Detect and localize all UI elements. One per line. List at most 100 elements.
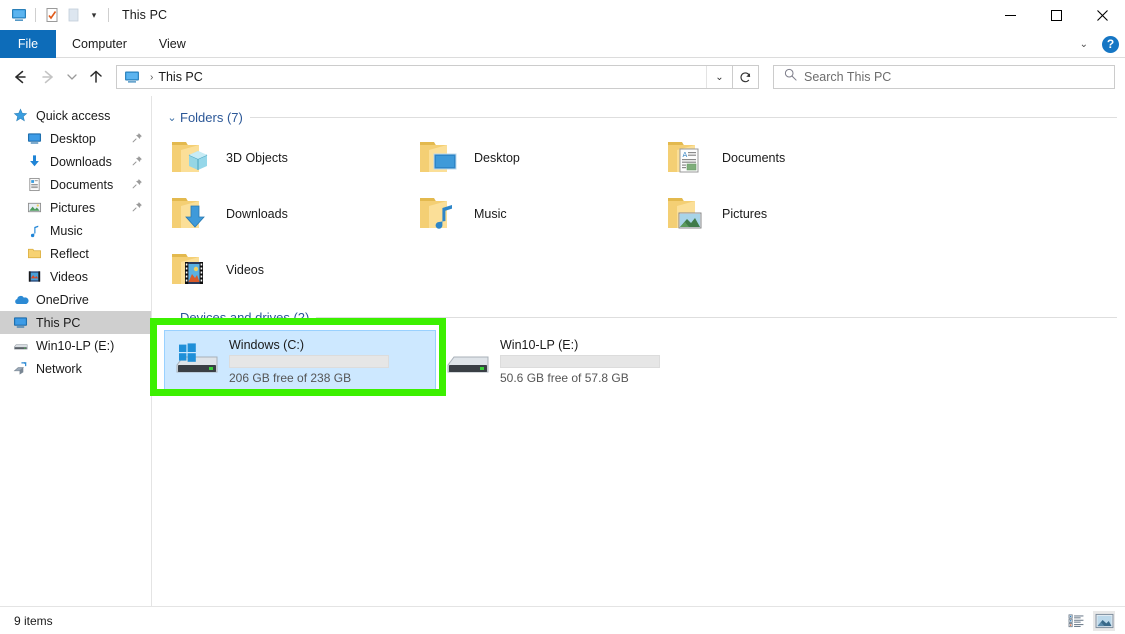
sidebar-item-win10-lp-e[interactable]: Win10-LP (E:) xyxy=(0,334,151,357)
sidebar-item-downloads[interactable]: Downloads xyxy=(0,150,151,173)
folder-pictures-icon xyxy=(664,190,712,238)
sidebar-item-label: Music xyxy=(50,223,83,238)
sidebar-item-this-pc[interactable]: This PC xyxy=(0,311,151,334)
drive-usage-bar xyxy=(500,354,660,368)
folder-documents-icon: A xyxy=(664,134,712,182)
folder-item-videos[interactable]: Videos xyxy=(164,242,412,298)
pin-icon[interactable] xyxy=(132,132,143,146)
folder-downloads-icon xyxy=(168,190,216,238)
this-pc-icon[interactable] xyxy=(8,4,30,26)
sidebar-item-onedrive[interactable]: OneDrive xyxy=(0,288,151,311)
folder-3d-objects-icon xyxy=(168,134,216,182)
chevron-down-icon[interactable]: ⌄ xyxy=(164,111,180,124)
tab-view[interactable]: View xyxy=(143,30,202,58)
folder-item-label: Documents xyxy=(722,151,786,165)
videos-icon xyxy=(26,268,43,285)
folder-item-label: Music xyxy=(474,207,507,221)
back-button[interactable] xyxy=(6,63,34,91)
sidebar-item-label: Network xyxy=(36,361,82,376)
address-bar: › This PC ⌄ Search This PC xyxy=(0,58,1125,96)
sidebar-item-pictures[interactable]: Pictures xyxy=(0,196,151,219)
sidebar-item-label: Reflect xyxy=(50,246,89,261)
svg-text:A: A xyxy=(683,151,688,159)
sidebar-item-label: Quick access xyxy=(36,108,111,123)
group-header-folders[interactable]: ⌄ Folders (7) xyxy=(164,106,1117,128)
folder-item-documents[interactable]: A Documents xyxy=(660,130,908,186)
group-title: Folders (7) xyxy=(180,109,243,125)
new-folder-icon[interactable] xyxy=(63,4,85,26)
title-bar: ▾ This PC xyxy=(0,0,1125,30)
forward-button[interactable] xyxy=(34,63,62,91)
search-input[interactable]: Search This PC xyxy=(773,65,1115,89)
drive-free-space: 50.6 GB free of 57.8 GB xyxy=(500,370,629,385)
sidebar-item-music[interactable]: Music xyxy=(0,219,151,242)
folder-desktop-icon xyxy=(416,134,464,182)
folders-grid: 3D Objects Desktop A Documents Downloads… xyxy=(162,130,1125,298)
item-count-label: 9 items xyxy=(14,613,53,628)
group-title: Devices and drives (2) xyxy=(180,309,310,325)
qat-divider xyxy=(35,8,36,22)
breadcrumb-separator[interactable]: › xyxy=(145,72,158,83)
ribbon-right-controls: ⌄ ? xyxy=(1076,30,1119,58)
tab-file[interactable]: File xyxy=(0,30,56,58)
breadcrumb-segment-this-pc[interactable]: This PC xyxy=(158,70,202,84)
drive-free-space: 206 GB free of 238 GB xyxy=(229,370,352,385)
chevron-down-icon[interactable]: ⌄ xyxy=(1076,39,1092,50)
qat-dropdown-caret[interactable]: ▾ xyxy=(85,4,103,26)
sidebar-item-quick-access[interactable]: Quick access xyxy=(0,104,151,127)
window-controls xyxy=(987,0,1125,30)
sidebar-item-label: Downloads xyxy=(50,154,112,169)
drive-name: Win10-LP (E:) xyxy=(500,337,579,352)
desktop-icon xyxy=(26,130,43,147)
help-icon[interactable]: ? xyxy=(1102,35,1119,53)
close-button[interactable] xyxy=(1079,0,1125,30)
sidebar-item-videos[interactable]: Videos xyxy=(0,265,151,288)
sidebar-item-desktop[interactable]: Desktop xyxy=(0,127,151,150)
group-divider xyxy=(316,316,1117,318)
file-list-pane: ⌄ Folders (7) 3D Objects Desktop A Docum… xyxy=(152,96,1125,606)
pin-icon[interactable] xyxy=(132,201,143,215)
folder-item-downloads[interactable]: Downloads xyxy=(164,186,412,242)
drive-name: Windows (C:) xyxy=(229,337,305,352)
sidebar-item-label: Desktop xyxy=(50,131,96,146)
drive-item-win10-lp-e[interactable]: Win10-LP (E:) 50.6 GB free of 57.8 GB xyxy=(436,330,708,392)
breadcrumb[interactable]: › This PC ⌄ xyxy=(116,65,733,89)
window-title: This PC xyxy=(122,8,168,22)
group-divider xyxy=(249,116,1117,118)
folder-icon xyxy=(26,245,43,262)
breadcrumb-dropdown-icon[interactable]: ⌄ xyxy=(706,66,732,88)
downloads-icon xyxy=(26,153,43,170)
drive-usage-bar xyxy=(229,354,389,368)
drive-item-windows-c[interactable]: Windows (C:) 206 GB free of 238 GB xyxy=(164,330,436,392)
maximize-button[interactable] xyxy=(1033,0,1079,30)
folder-item-desktop[interactable]: Desktop xyxy=(412,130,660,186)
sidebar-item-documents[interactable]: Documents xyxy=(0,173,151,196)
chevron-down-icon[interactable]: ⌄ xyxy=(164,311,180,324)
tab-computer[interactable]: Computer xyxy=(56,30,143,58)
pin-icon[interactable] xyxy=(132,178,143,192)
onedrive-icon xyxy=(12,291,29,308)
sidebar-item-label: Documents xyxy=(50,177,114,192)
drives-grid: Windows (C:) 206 GB free of 238 GB Win10… xyxy=(162,330,1125,392)
folder-item-3d-objects[interactable]: 3D Objects xyxy=(164,130,412,186)
status-bar: 9 items xyxy=(0,606,1125,634)
folder-item-pictures[interactable]: Pictures xyxy=(660,186,908,242)
large-icons-view-icon[interactable] xyxy=(1093,610,1115,631)
folder-item-label: 3D Objects xyxy=(226,151,288,165)
sidebar-item-network[interactable]: Network xyxy=(0,357,151,380)
recent-locations-button[interactable] xyxy=(62,63,82,91)
folder-item-music[interactable]: Music xyxy=(412,186,660,242)
properties-icon[interactable] xyxy=(41,4,63,26)
search-placeholder: Search This PC xyxy=(804,70,892,84)
up-button[interactable] xyxy=(82,63,110,91)
pin-icon[interactable] xyxy=(132,155,143,169)
folder-item-label: Desktop xyxy=(474,151,520,165)
details-view-icon[interactable] xyxy=(1065,611,1087,631)
refresh-button[interactable] xyxy=(733,65,759,89)
windows-drive-icon xyxy=(171,337,223,385)
sidebar-item-reflect[interactable]: Reflect xyxy=(0,242,151,265)
drive-info: Windows (C:) 206 GB free of 238 GB xyxy=(229,338,389,385)
minimize-button[interactable] xyxy=(987,0,1033,30)
group-header-devices-and-drives[interactable]: ⌄ Devices and drives (2) xyxy=(164,306,1117,328)
drive-info: Win10-LP (E:) 50.6 GB free of 57.8 GB xyxy=(500,338,660,385)
